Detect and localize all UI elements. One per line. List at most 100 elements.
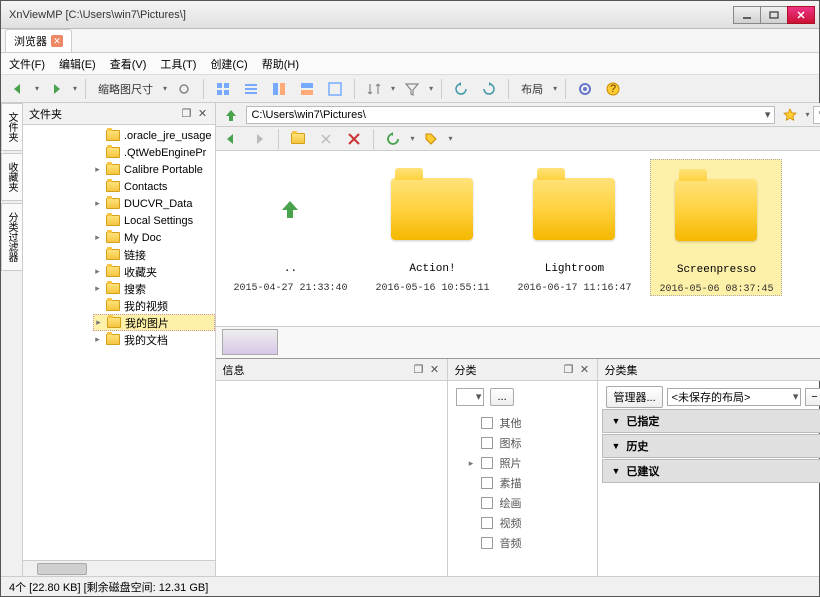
- folder-panel-title: 文件夹: [29, 106, 62, 122]
- tree-hscroll[interactable]: [23, 560, 215, 576]
- view-mode5-button[interactable]: [324, 78, 346, 100]
- thumbsize-label: 缩略图尺寸: [94, 81, 157, 97]
- category-panel: 分类 ❐✕ ... 其他图标▸照片素描绘画视频音频: [448, 359, 598, 576]
- new-folder-button[interactable]: [287, 128, 309, 150]
- category-item[interactable]: 视频: [452, 513, 593, 533]
- minimize-button[interactable]: [733, 6, 761, 24]
- panel-close-icon[interactable]: ✕: [427, 363, 441, 377]
- view-list-button[interactable]: [240, 78, 262, 100]
- set-header[interactable]: ▼已建议: [602, 459, 820, 483]
- menu-help[interactable]: 帮助(H): [262, 56, 299, 72]
- addr-up-button[interactable]: [220, 104, 242, 126]
- manager-button[interactable]: 管理器...: [606, 386, 662, 408]
- category-item[interactable]: 音频: [452, 533, 593, 553]
- info-panel: 信息 ❐✕: [216, 359, 448, 576]
- thumb-item[interactable]: Action!2016-05-16 10:55:11: [366, 159, 498, 294]
- categoryset-panel: 分类集❐✕ 管理器... <未保存的布局> − + ▼已指定▼历史▼已建议: [598, 359, 820, 576]
- category-item[interactable]: 其他: [452, 413, 593, 433]
- category-item[interactable]: ▸照片: [452, 453, 593, 473]
- browser-tab[interactable]: 浏览器 ✕: [5, 29, 72, 52]
- layout-label: 布局: [517, 81, 547, 97]
- category-ellipsis-button[interactable]: ...: [490, 388, 513, 406]
- back-button[interactable]: [7, 78, 29, 100]
- thumb-item[interactable]: Screenpresso2016-05-06 08:37:45: [650, 159, 782, 296]
- folder-tree[interactable]: .oracle_jre_usage.QtWebEnginePr▸Calibre …: [23, 125, 215, 560]
- nav-back-button[interactable]: [220, 128, 242, 150]
- help-button[interactable]: ?: [602, 78, 624, 100]
- tree-item[interactable]: ▸我的图片: [93, 314, 215, 331]
- favorite-button[interactable]: [779, 104, 801, 126]
- tab-label: 浏览器: [14, 33, 47, 49]
- sort-button[interactable]: [363, 78, 385, 100]
- tree-item[interactable]: .QtWebEnginePr: [93, 144, 215, 161]
- menu-view[interactable]: 查看(V): [110, 56, 147, 72]
- tag-button[interactable]: [420, 128, 442, 150]
- minus-button[interactable]: −: [805, 388, 820, 406]
- filmstrip-thumb[interactable]: [222, 329, 278, 355]
- tree-item[interactable]: ▸搜索: [93, 280, 215, 297]
- tree-item[interactable]: ▸Calibre Portable: [93, 161, 215, 178]
- panel-close-icon[interactable]: ✕: [195, 107, 209, 121]
- nav-fwd-button[interactable]: [248, 128, 270, 150]
- category-title: 分类: [454, 362, 476, 378]
- vertical-tabs: 文件夹 收藏夹 分类过滤器: [1, 103, 23, 576]
- browser-area: C:\Users\win7\Pictures\▾ ▾ ▾ ▾ ..2015-04…: [216, 103, 820, 576]
- view-thumbs-button[interactable]: [212, 78, 234, 100]
- panel-float-icon[interactable]: ❐: [411, 363, 425, 377]
- tree-item[interactable]: ▸DUCVR_Data: [93, 195, 215, 212]
- filter-button[interactable]: [401, 78, 423, 100]
- vtab-folders[interactable]: 文件夹: [1, 103, 22, 151]
- set-header[interactable]: ▼已指定: [602, 409, 820, 433]
- filmstrip[interactable]: [216, 326, 820, 358]
- address-field[interactable]: C:\Users\win7\Pictures\▾: [246, 106, 775, 124]
- close-tab-icon[interactable]: ✕: [51, 35, 63, 47]
- cut-button[interactable]: [315, 128, 337, 150]
- view-mode4-button[interactable]: [296, 78, 318, 100]
- tree-item[interactable]: Contacts: [93, 178, 215, 195]
- vtab-catfilter[interactable]: 分类过滤器: [1, 203, 22, 271]
- category-combo[interactable]: [456, 388, 484, 406]
- set-header[interactable]: ▼历史: [602, 434, 820, 458]
- view-mode3-button[interactable]: [268, 78, 290, 100]
- category-item[interactable]: 图标: [452, 433, 593, 453]
- menu-create[interactable]: 创建(C): [210, 56, 247, 72]
- status-text: 4个 [22.80 KB] [剩余磁盘空间: 12.31 GB]: [9, 579, 208, 595]
- bottom-panels: 信息❐✕ 分类❐✕ ... 其他图标▸照片素描绘画视频音频 分类集❐✕ 管理器.: [216, 358, 820, 576]
- tree-item[interactable]: ▸My Doc: [93, 229, 215, 246]
- zoom-button[interactable]: [173, 78, 195, 100]
- close-button[interactable]: [787, 6, 815, 24]
- thumbnail-view[interactable]: ..2015-04-27 21:33:40Action!2016-05-16 1…: [216, 151, 820, 326]
- svg-text:?: ?: [610, 83, 616, 95]
- refresh-button[interactable]: [382, 128, 404, 150]
- info-title: 信息: [222, 362, 244, 378]
- category-item[interactable]: 绘画: [452, 493, 593, 513]
- tree-item[interactable]: ▸我的文档: [93, 331, 215, 348]
- tree-item[interactable]: ▸收藏夹: [93, 263, 215, 280]
- thumb-item[interactable]: Lightroom2016-06-17 11:16:47: [508, 159, 640, 294]
- maximize-button[interactable]: [760, 6, 788, 24]
- panel-close-icon[interactable]: ✕: [577, 363, 591, 377]
- rotate-right-button[interactable]: [478, 78, 500, 100]
- thumb-item[interactable]: ..2015-04-27 21:33:40: [224, 159, 356, 294]
- forward-button[interactable]: [45, 78, 67, 100]
- folder-panel-header: 文件夹 ❐ ✕: [23, 103, 215, 125]
- quick-search-input[interactable]: [813, 106, 820, 124]
- window-title: XnViewMP [C:\Users\win7\Pictures\]: [9, 9, 734, 21]
- settings-button[interactable]: [574, 78, 596, 100]
- tree-item[interactable]: Local Settings: [93, 212, 215, 229]
- tree-item[interactable]: 我的视频: [93, 297, 215, 314]
- menu-bar: 文件(F) 编辑(E) 查看(V) 工具(T) 创建(C) 帮助(H): [1, 53, 819, 75]
- panel-float-icon[interactable]: ❐: [179, 107, 193, 121]
- layout-combo[interactable]: <未保存的布局>: [667, 388, 802, 406]
- menu-file[interactable]: 文件(F): [9, 56, 45, 72]
- panel-float-icon[interactable]: ❐: [561, 363, 575, 377]
- tree-item[interactable]: .oracle_jre_usage: [93, 127, 215, 144]
- menu-edit[interactable]: 编辑(E): [59, 56, 96, 72]
- tree-item[interactable]: 链接: [93, 246, 215, 263]
- rotate-left-button[interactable]: [450, 78, 472, 100]
- delete-button[interactable]: [343, 128, 365, 150]
- menu-tools[interactable]: 工具(T): [160, 56, 196, 72]
- titlebar: XnViewMP [C:\Users\win7\Pictures\]: [1, 1, 819, 29]
- vtab-favorites[interactable]: 收藏夹: [1, 153, 22, 201]
- category-item[interactable]: 素描: [452, 473, 593, 493]
